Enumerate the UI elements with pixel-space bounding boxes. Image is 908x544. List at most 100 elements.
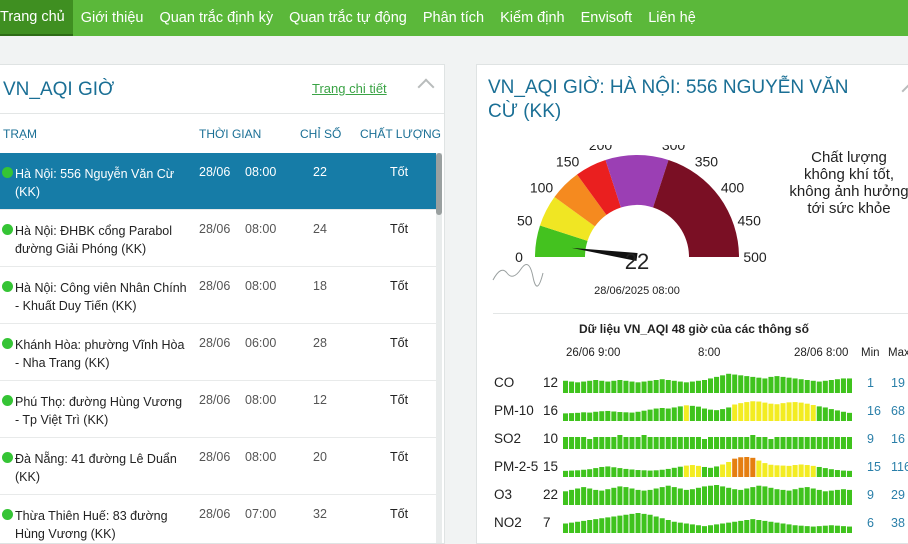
aqi-bar — [575, 470, 581, 477]
table-row[interactable]: Phú Thọ: đường Hùng Vương - Tp Việt Trì … — [0, 381, 436, 438]
aqi-bar — [617, 435, 623, 449]
aqi-bar — [756, 437, 762, 449]
gauge-value: 22 — [625, 249, 649, 274]
table-row[interactable]: Đà Nẵng: 41 đường Lê Duẩn (KK) 28/06 08:00… — [0, 438, 436, 495]
aqi-bar — [738, 457, 744, 477]
aqi-bar — [720, 375, 726, 393]
parameter-min: 15 — [867, 460, 881, 474]
table-row[interactable]: Khánh Hòa: phường Vĩnh Hòa - Nha Trang (… — [0, 324, 436, 381]
parameter-bar-series — [563, 511, 853, 534]
aqi-bar — [732, 404, 738, 421]
aqi-bar — [714, 437, 720, 449]
aqi-bar — [641, 435, 647, 449]
gauge-tick-label: 300 — [662, 145, 686, 153]
parameter-min: 6 — [867, 516, 874, 530]
aqi-bar — [689, 489, 695, 505]
aqi-bar — [563, 470, 569, 477]
aqi-bar — [726, 487, 732, 505]
aqi-bar — [750, 519, 756, 534]
aqi-bar — [617, 412, 623, 421]
nav-envisoft[interactable]: Envisoft — [573, 0, 641, 36]
aqi-bar — [822, 407, 828, 421]
table-scrollbar[interactable] — [436, 153, 442, 543]
aqi-bar — [569, 522, 575, 534]
table-row[interactable]: Hà Nội: 556 Nguyễn Văn Cừ (KK) 28/06 08:00… — [0, 153, 436, 210]
aqi-bar — [581, 520, 587, 534]
nav-home[interactable]: Trang chủ — [0, 0, 73, 36]
collapse-chevron-icon[interactable] — [417, 78, 435, 96]
gauge-tick-label: 400 — [721, 180, 745, 196]
aqi-bar — [587, 380, 593, 393]
parameter-min: 16 — [867, 404, 881, 418]
status-dot-icon — [2, 395, 13, 406]
aqi-bar — [768, 439, 774, 449]
aqi-bar — [780, 489, 786, 505]
aqi-bar — [756, 377, 762, 393]
aqi-bar — [683, 382, 689, 393]
tick-end: 28/06 8:00 — [794, 347, 849, 359]
aqi-bar — [774, 376, 780, 393]
parameter-bar-series — [563, 371, 853, 393]
aqi-bar — [587, 412, 593, 421]
col-header-quality: CHẤT LƯỢNG — [360, 127, 441, 141]
parameter-value: 10 — [543, 431, 559, 446]
aqi-bar — [708, 485, 714, 505]
aqi-bar — [732, 437, 738, 449]
aqi-bar — [834, 470, 840, 477]
aqi-bar — [575, 521, 581, 533]
table-row[interactable]: Thừa Thiên Huế: 83 đường Hùng Vương (KK)… — [0, 495, 436, 543]
nav-about[interactable]: Giới thiệu — [73, 0, 152, 36]
aqi-bar — [653, 488, 659, 505]
aqi-bar — [641, 490, 647, 505]
aqi-bar — [635, 382, 641, 393]
aqi-bar — [714, 376, 720, 393]
aqi-bar — [804, 380, 810, 393]
aqi-bar — [810, 437, 816, 449]
aqi-bar — [635, 437, 641, 449]
nav-inspection[interactable]: Kiểm định — [492, 0, 572, 36]
aqi-bar — [569, 413, 575, 421]
collapse-chevron-icon[interactable] — [901, 82, 908, 100]
aqi-bar — [762, 437, 768, 449]
aqi-bar — [780, 403, 786, 421]
scrollbar-thumb[interactable] — [436, 153, 442, 215]
aqi-bar — [593, 411, 599, 421]
row-date: 28/06 — [199, 165, 231, 179]
aqi-bar — [780, 376, 786, 393]
aqi-bar — [846, 378, 852, 393]
parameter-max: 19 — [891, 376, 905, 390]
aqi-bar — [587, 488, 593, 505]
aqi-bar — [677, 381, 683, 393]
aqi-bar — [605, 437, 611, 449]
aqi-bar — [569, 381, 575, 393]
max-header: Max — [888, 347, 908, 359]
aqi-bar — [677, 406, 683, 421]
nav-contact[interactable]: Liên hệ — [640, 0, 704, 36]
aqi-bar — [816, 437, 822, 449]
nav-automatic-monitoring[interactable]: Quan trắc tự động — [281, 0, 415, 36]
table-row[interactable]: Hà Nội: Công viên Nhân Chính - Khuất Duy… — [0, 267, 436, 324]
aqi-bar — [834, 437, 840, 449]
detail-link[interactable]: Trang chi tiết — [312, 81, 387, 96]
parameter-max: 116 — [891, 460, 908, 474]
nav-analysis[interactable]: Phân tích — [415, 0, 492, 36]
aqi-bar — [629, 469, 635, 477]
aqi-bar — [605, 489, 611, 505]
aqi-bar — [695, 525, 701, 533]
aqi-bar — [647, 437, 653, 449]
table-row[interactable]: Hà Nội: ĐHBK cổng Parabol đường Giải Phó… — [0, 210, 436, 267]
aqi-bar — [768, 487, 774, 505]
parameter-bar-series — [563, 399, 853, 421]
nav-periodic-monitoring[interactable]: Quan trắc định kỳ — [151, 0, 281, 36]
aqi-bar — [611, 380, 617, 393]
aqi-bar — [774, 465, 780, 477]
row-quality: Tốt — [390, 336, 409, 350]
bar-chart-title: Dữ liệu VN_AQI 48 giờ của các thông số — [579, 322, 809, 336]
aqi-bar — [792, 378, 798, 393]
row-index: 18 — [313, 279, 327, 293]
aqi-bar — [677, 488, 683, 505]
aqi-bar — [689, 437, 695, 449]
aqi-bar — [846, 489, 852, 505]
header-divider — [0, 113, 444, 114]
aqi-bar — [701, 486, 707, 505]
